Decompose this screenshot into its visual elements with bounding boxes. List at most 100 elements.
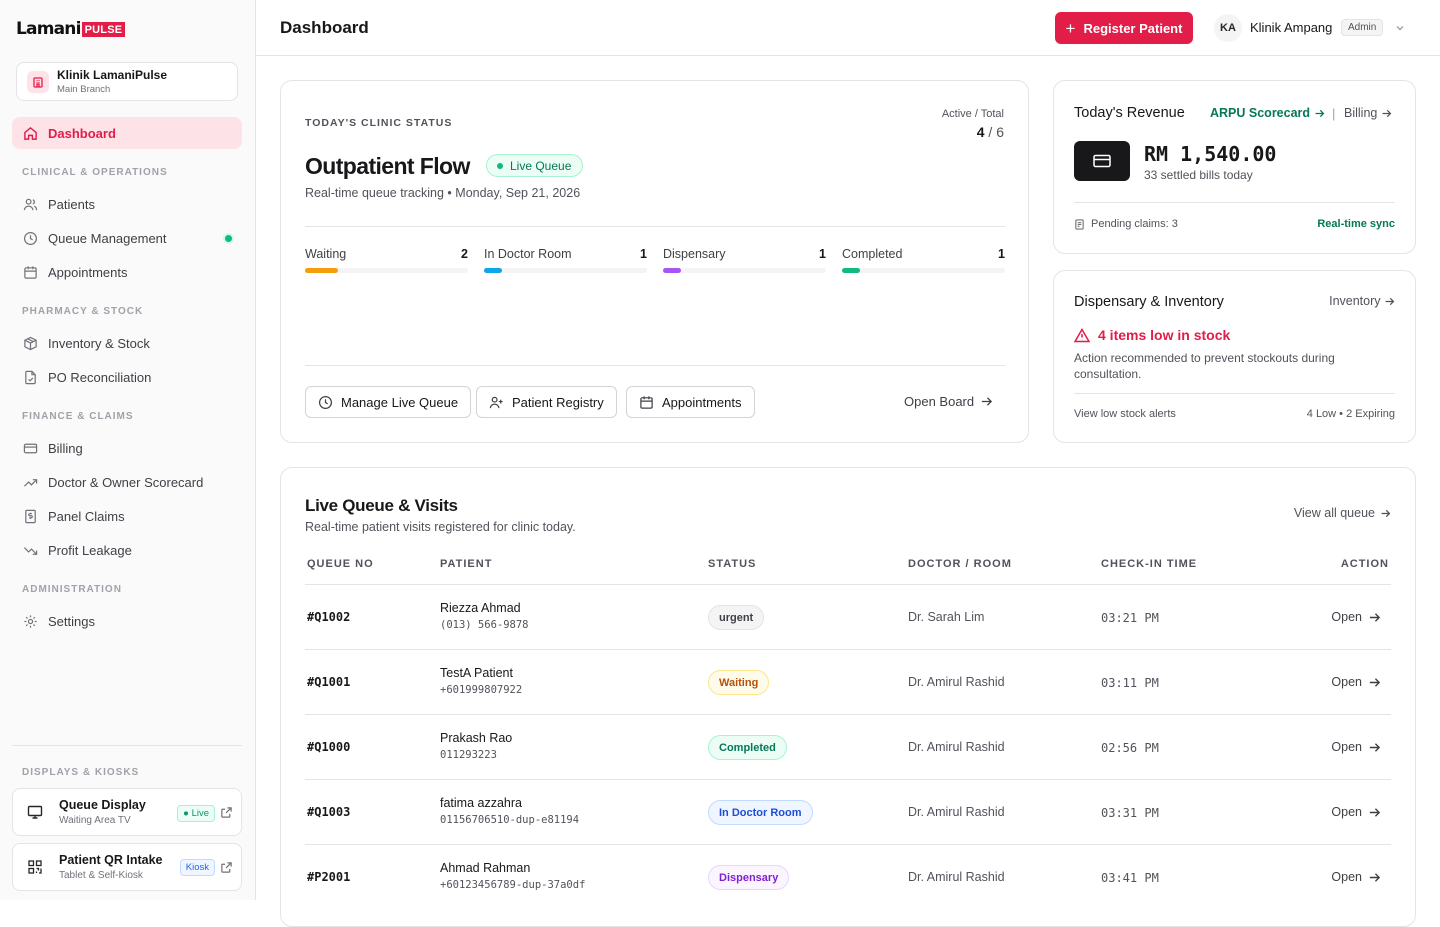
kiosk-badge: Kiosk xyxy=(179,859,215,876)
status-badge: Dispensary xyxy=(708,865,790,890)
sidebar-item-appointments[interactable]: Appointments xyxy=(12,256,242,288)
arrow-right-icon xyxy=(1369,807,1381,817)
chevron-down-icon[interactable] xyxy=(1394,22,1406,37)
column-header: STATUS xyxy=(708,558,757,570)
queue-number: #Q1001 xyxy=(307,675,351,689)
live-queue-card: Live Queue & Visits Real-time patient vi… xyxy=(280,467,1416,927)
stage-count: 1 xyxy=(998,247,1005,261)
open-visit-button[interactable]: Open xyxy=(1331,675,1381,689)
sidebar-item-inventory[interactable]: Inventory & Stock xyxy=(12,327,242,359)
stage-progress-fill xyxy=(663,268,681,273)
column-header: QUEUE NO xyxy=(307,558,374,570)
sidebar-item-queue[interactable]: Queue Management xyxy=(12,222,242,254)
external-link-icon[interactable] xyxy=(220,861,233,877)
section-displays: DISPLAYS & KIOSKS xyxy=(22,767,140,778)
check-in-time: 03:31 PM xyxy=(1101,806,1159,820)
check-in-time: 03:21 PM xyxy=(1101,611,1159,625)
column-header: ACTION xyxy=(1340,558,1389,570)
sidebar: Lamani PULSE Klinik LamaniPulse Main Bra… xyxy=(0,0,256,900)
billing-link[interactable]: Billing xyxy=(1344,106,1392,120)
arrow-right-icon xyxy=(1385,297,1395,305)
inventory-title: Dispensary & Inventory xyxy=(1074,294,1224,310)
realtime-sync-status: Real-time sync xyxy=(1317,218,1395,230)
user-clinic-name[interactable]: Klinik Ampang xyxy=(1250,20,1332,35)
branch-switcher[interactable]: Klinik LamaniPulse Main Branch xyxy=(16,62,238,101)
table-row[interactable]: #P2001 Ahmad Rahman +60123456789-dup-37a0d… xyxy=(305,844,1391,909)
patient-phone: +60123456789-dup-37a0df xyxy=(440,879,586,891)
view-all-queue-link[interactable]: View all queue xyxy=(1294,506,1391,520)
table-row[interactable]: #Q1002 Riezza Ahmad (013) 566-9878 urgent Dr… xyxy=(305,584,1391,649)
doctor-room: Dr. Sarah Lim xyxy=(908,610,985,624)
flow-subtitle: Real-time queue tracking • Monday, Sep 2… xyxy=(305,186,581,200)
stage-label: In Doctor Room xyxy=(484,247,572,261)
queue-number: #Q1003 xyxy=(307,805,351,819)
queue-title: Live Queue & Visits xyxy=(305,496,458,515)
sidebar-item-settings[interactable]: Settings xyxy=(12,605,242,637)
register-patient-button[interactable]: + Register Patient xyxy=(1055,12,1193,44)
patient-name: TestA Patient xyxy=(440,666,513,680)
arpu-scorecard-link[interactable]: ARPU Scorecard xyxy=(1210,106,1325,120)
open-board-link[interactable]: Open Board xyxy=(904,394,993,409)
open-visit-button[interactable]: Open xyxy=(1331,870,1381,884)
column-header: PATIENT xyxy=(440,558,493,570)
open-visit-button[interactable]: Open xyxy=(1331,740,1381,754)
sidebar-item-billing[interactable]: Billing xyxy=(12,432,242,464)
stage-count: 1 xyxy=(819,247,826,261)
sidebar-item-profit-leakage[interactable]: Profit Leakage xyxy=(12,534,242,566)
trending-down-icon xyxy=(22,542,38,558)
sidebar-item-scorecard[interactable]: Doctor & Owner Scorecard xyxy=(12,466,242,498)
brand-name: Lamani xyxy=(16,19,81,39)
sidebar-item-dashboard[interactable]: Dashboard xyxy=(12,117,242,149)
divider xyxy=(1074,393,1395,394)
stage-progress-fill xyxy=(484,268,502,273)
live-dot xyxy=(497,162,503,169)
arrow-right-icon xyxy=(1382,109,1392,117)
sidebar-item-panel-claims[interactable]: Panel Claims xyxy=(12,500,242,532)
column-header: DOCTOR / ROOM xyxy=(908,558,1012,570)
avatar[interactable]: KA xyxy=(1214,14,1242,42)
table-row[interactable]: #Q1000 Prakash Rao 011293223 Completed Dr. A… xyxy=(305,714,1391,779)
view-low-stock-link[interactable]: View low stock alerts xyxy=(1074,408,1176,420)
sidebar-item-patients[interactable]: Patients xyxy=(12,188,242,220)
stage-count: 1 xyxy=(640,247,647,261)
table-row[interactable]: #Q1001 TestA Patient +601999807922 Waiting D… xyxy=(305,649,1391,714)
patient-name: Ahmad Rahman xyxy=(440,861,531,875)
doctor-room: Dr. Amirul Rashid xyxy=(908,740,1005,754)
section-finance: FINANCE & CLAIMS xyxy=(22,411,134,422)
queue-display-card[interactable]: Queue Display Waiting Area TV ● Live xyxy=(12,788,242,836)
arrow-right-icon xyxy=(1369,742,1381,752)
status-badge: Completed xyxy=(708,735,787,760)
sidebar-item-label: Panel Claims xyxy=(48,508,125,524)
stage-label: Completed xyxy=(842,247,903,261)
open-visit-button[interactable]: Open xyxy=(1331,805,1381,819)
live-queue-badge: Live Queue xyxy=(486,154,584,177)
revenue-card: Today's Revenue ARPU Scorecard | Billing… xyxy=(1053,80,1416,254)
patient-qr-intake-card[interactable]: Patient QR Intake Tablet & Self-Kiosk Ki… xyxy=(12,843,242,891)
credit-card-icon xyxy=(1074,141,1130,181)
patient-phone: 01156706510-dup-e81194 xyxy=(440,814,580,826)
open-visit-button[interactable]: Open xyxy=(1331,610,1381,624)
stage-count: 2 xyxy=(461,247,468,261)
appointments-button[interactable]: Appointments xyxy=(626,386,755,418)
sidebar-item-label: Settings xyxy=(48,613,95,629)
sidebar-item-po-reconciliation[interactable]: PO Reconciliation xyxy=(12,361,242,393)
clock-icon xyxy=(318,395,333,410)
alert-triangle-icon xyxy=(1074,327,1090,342)
brand-logo[interactable]: Lamani PULSE xyxy=(16,19,126,39)
column-header: CHECK-IN TIME xyxy=(1101,558,1198,570)
section-clinical: CLINICAL & OPERATIONS xyxy=(22,167,168,178)
arrow-right-icon xyxy=(981,397,993,406)
sidebar-item-label: Doctor & Owner Scorecard xyxy=(48,474,204,490)
table-row[interactable]: #Q1003 fatima azzahra 01156706510-dup-e811… xyxy=(305,779,1391,844)
external-link-icon[interactable] xyxy=(220,806,233,822)
status-badge: urgent xyxy=(708,605,765,630)
status-badge: Waiting xyxy=(708,670,770,695)
patient-registry-button[interactable]: Patient Registry xyxy=(476,386,617,418)
inventory-link[interactable]: Inventory xyxy=(1329,294,1395,308)
sidebar-item-label: Patients xyxy=(48,196,95,212)
link-separator: | xyxy=(1332,106,1336,121)
live-indicator-dot xyxy=(225,234,232,242)
manage-live-queue-button[interactable]: Manage Live Queue xyxy=(305,386,472,418)
section-pharmacy: PHARMACY & STOCK xyxy=(22,306,144,317)
package-icon xyxy=(22,335,38,351)
